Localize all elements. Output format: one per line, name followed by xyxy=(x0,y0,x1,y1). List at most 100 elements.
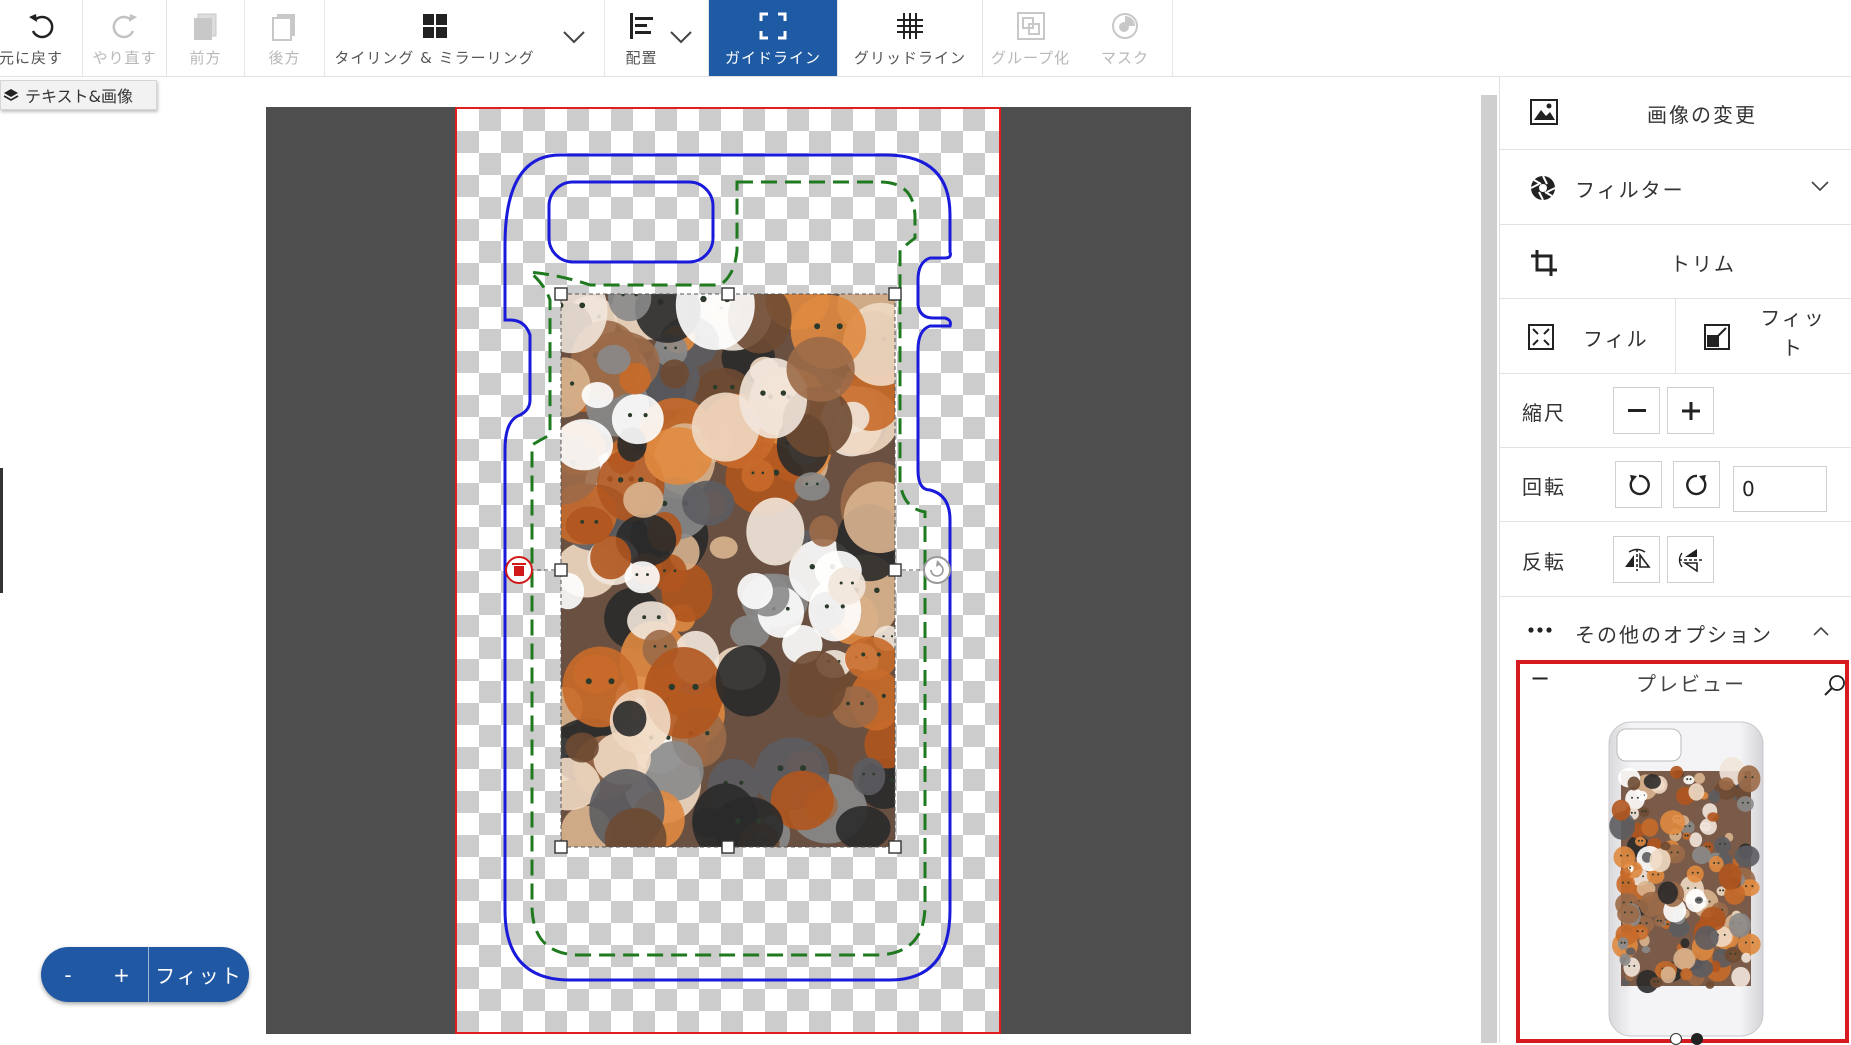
texture-blob xyxy=(1638,807,1650,817)
flip-label: 反転 xyxy=(1522,550,1566,574)
texture-dot xyxy=(1719,889,1722,892)
mask-button[interactable]: マスク xyxy=(1078,0,1173,76)
texture-dot xyxy=(643,413,648,418)
texture-blob xyxy=(1649,848,1671,873)
flip-horizontal-button[interactable] xyxy=(1613,536,1660,583)
texture-dot xyxy=(1751,885,1754,888)
rotate-angle-input[interactable] xyxy=(1733,466,1827,512)
guidelines-button[interactable]: ガイドライン xyxy=(709,0,838,76)
more-options-row[interactable]: その他のオプション xyxy=(1500,597,1851,667)
flip-vertical-icon xyxy=(1678,548,1703,572)
texture-blob xyxy=(852,757,886,796)
texture-dot xyxy=(653,644,657,648)
texture-dot xyxy=(1644,810,1647,813)
send-backward-icon xyxy=(270,10,300,42)
chevron-up-icon xyxy=(1813,626,1829,636)
texture-dot xyxy=(1641,839,1644,842)
texture-blob xyxy=(1643,774,1661,789)
tiling-mirroring-button[interactable]: タイリング & ミラーリング xyxy=(325,0,605,76)
texture-dot xyxy=(1656,919,1659,922)
texture-dot xyxy=(1634,811,1637,814)
group-button[interactable]: グループ化 xyxy=(983,0,1078,76)
texture-blob xyxy=(715,645,781,717)
texture-dot xyxy=(1719,842,1722,845)
fit-button[interactable]: フィット xyxy=(1676,299,1851,374)
texture-blob xyxy=(1641,818,1659,837)
bring-forward-button[interactable]: 前方 xyxy=(167,0,245,76)
undo-button[interactable]: 元に戻す xyxy=(0,0,83,76)
texture-dot xyxy=(1657,873,1660,876)
zoom-in-button[interactable]: + xyxy=(95,947,149,1002)
texture-blob xyxy=(1613,846,1636,869)
grid-icon xyxy=(896,10,924,42)
texture-blob xyxy=(1694,772,1706,784)
top-toolbar: 元に戻す やり直す 前方 後方 タイリング & ミラーリング 配置 ガイドライン… xyxy=(0,0,1851,77)
rotate-left-button[interactable] xyxy=(1615,461,1662,508)
chevron-down-icon[interactable] xyxy=(562,30,586,44)
texture-dot xyxy=(839,581,843,585)
texture-blob xyxy=(809,515,839,547)
texture-dot xyxy=(1659,919,1662,922)
preview-dot-2[interactable] xyxy=(1691,1033,1703,1045)
more-dots-icon xyxy=(1528,627,1552,633)
group-label: グループ化 xyxy=(990,49,1071,67)
trim-label: トリム xyxy=(1670,252,1736,276)
canvas-scrollbar[interactable] xyxy=(1481,95,1497,1043)
gridlines-button[interactable]: グリッドライン xyxy=(838,0,983,76)
texture-dot xyxy=(882,635,885,638)
texture-dot xyxy=(1744,941,1747,944)
design-image-cats[interactable] xyxy=(561,294,895,847)
more-options-label: その他のオプション xyxy=(1575,623,1773,647)
texture-dot xyxy=(1723,933,1726,936)
texture-blob xyxy=(1731,966,1751,988)
texture-blob xyxy=(1627,776,1641,791)
align-left-icon xyxy=(628,10,656,42)
left-panel-handle[interactable] xyxy=(0,468,3,593)
texture-dot xyxy=(739,780,744,785)
texture-dot xyxy=(700,295,707,303)
send-backward-button[interactable]: 後方 xyxy=(245,0,325,76)
texture-dot xyxy=(580,520,585,524)
guidelines-label: ガイドライン xyxy=(724,49,821,67)
tiles-icon xyxy=(422,10,448,42)
zoom-search-icon[interactable] xyxy=(1823,673,1847,697)
rotate-right-button[interactable] xyxy=(1673,461,1720,508)
texture-dot xyxy=(608,678,615,685)
texture-dot xyxy=(1641,930,1644,933)
flip-vertical-button[interactable] xyxy=(1667,536,1714,583)
texture-blob xyxy=(581,381,614,409)
rotate-ccw-icon xyxy=(1629,474,1650,495)
texture-dot xyxy=(836,323,843,330)
trim-row[interactable]: トリム xyxy=(1500,225,1851,299)
texture-blob xyxy=(827,566,866,605)
texture-dot xyxy=(1657,980,1660,983)
texture-dot xyxy=(1633,964,1636,967)
change-image-row[interactable]: 画像の変更 xyxy=(1500,77,1851,150)
texture-dot xyxy=(1636,930,1639,933)
scale-up-button[interactable] xyxy=(1667,387,1714,434)
texture-dot xyxy=(1717,861,1720,864)
texture-dot xyxy=(1628,964,1631,967)
texture-dot xyxy=(1751,776,1754,779)
texture-blob xyxy=(1718,777,1734,791)
texture-blob xyxy=(845,636,895,680)
arrange-button[interactable]: 配置 xyxy=(605,0,709,76)
preview-collapse-button[interactable]: − xyxy=(1530,664,1550,692)
chevron-down-icon[interactable] xyxy=(669,30,693,44)
filter-row[interactable]: フィルター xyxy=(1500,150,1851,225)
forward-label: 前方 xyxy=(189,49,222,67)
scale-down-button[interactable] xyxy=(1613,387,1660,434)
texture-dot xyxy=(861,652,866,657)
zoom-out-button[interactable]: - xyxy=(41,947,95,1002)
redo-icon xyxy=(110,10,140,42)
texture-dot xyxy=(1623,941,1626,944)
layer-tooltip[interactable]: テキスト&画像 xyxy=(0,80,157,110)
preview-dot-1[interactable] xyxy=(1670,1033,1682,1045)
texture-blob xyxy=(1619,953,1631,966)
zoom-fit-button[interactable]: フィット xyxy=(149,947,249,1002)
mask-label: マスク xyxy=(1100,49,1149,67)
fill-button[interactable]: フィル xyxy=(1500,299,1676,374)
rotate-label: 回転 xyxy=(1522,475,1566,499)
cat-collage-image xyxy=(561,294,895,847)
redo-button[interactable]: やり直す xyxy=(83,0,167,76)
